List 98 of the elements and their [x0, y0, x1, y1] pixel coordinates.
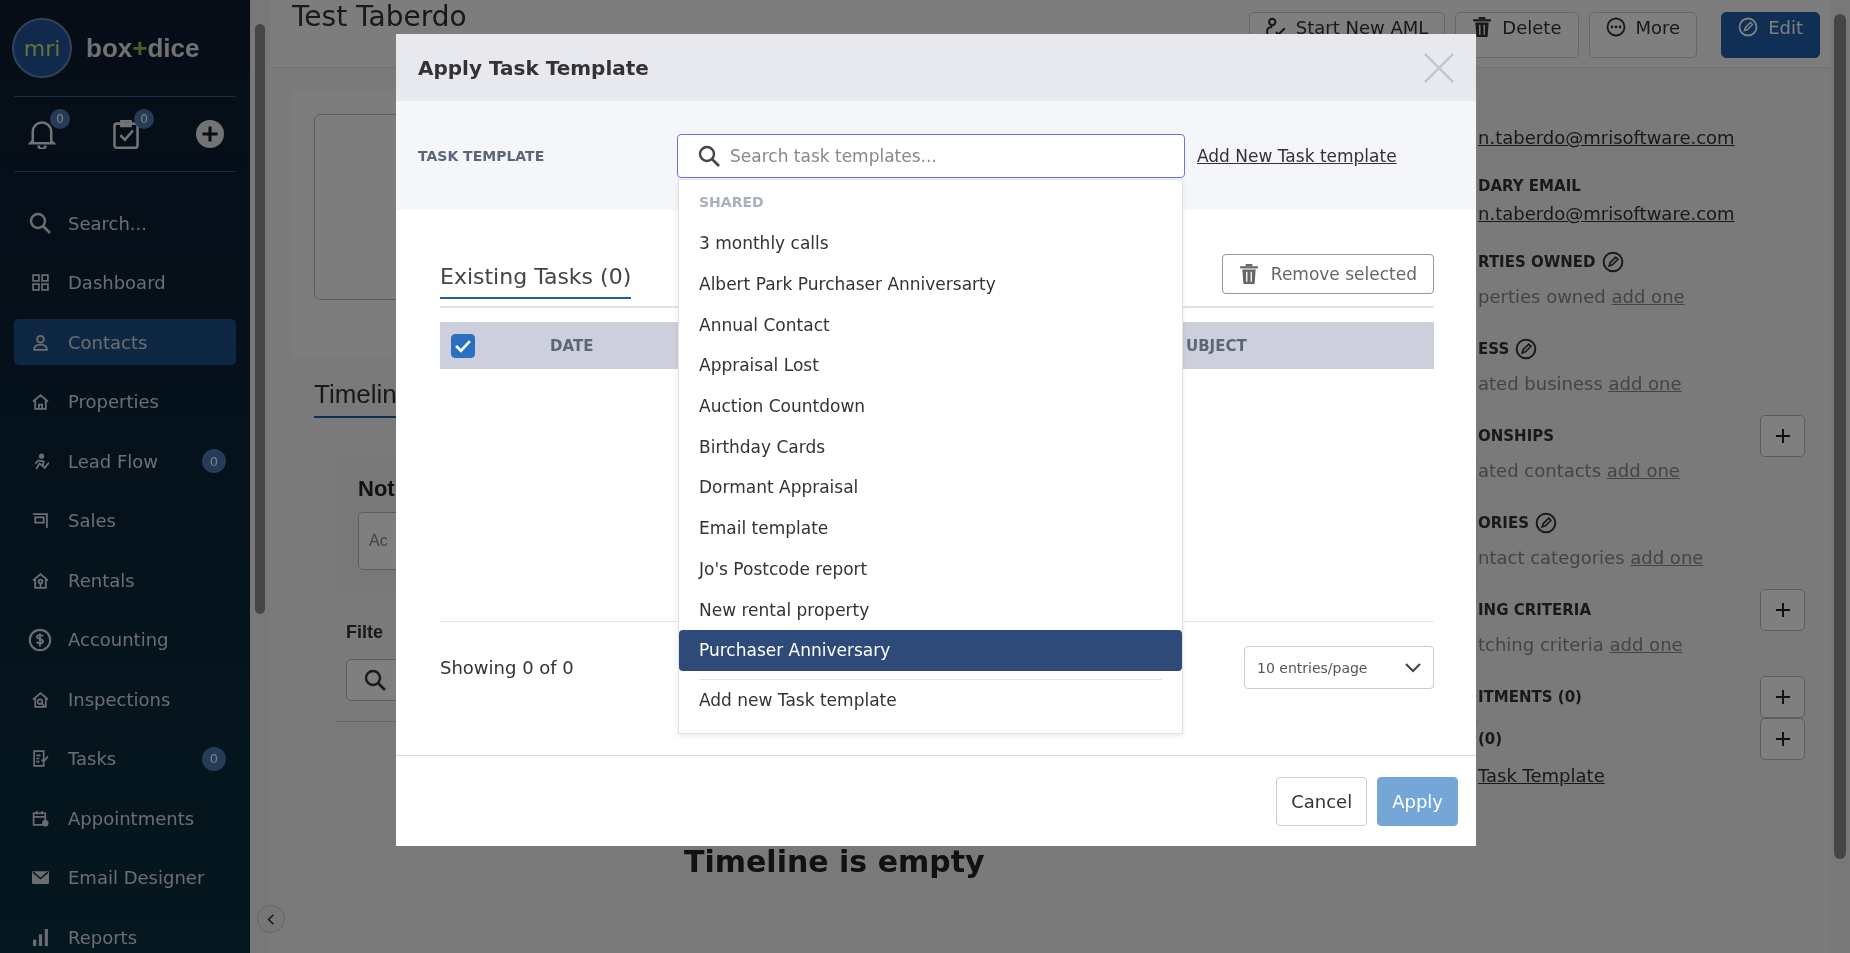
- nav-item[interactable]: Dashboard: [14, 259, 236, 306]
- dialog-button[interactable]: Cancel: [1276, 776, 1368, 826]
- nav-item[interactable]: Tasks 0: [14, 735, 236, 782]
- add-button[interactable]: [1760, 589, 1805, 631]
- house-icon: [31, 393, 49, 410]
- grid-icon: [31, 274, 49, 291]
- add-template-option[interactable]: Add new Task template: [679, 679, 1182, 720]
- section-heading: (0): [1478, 730, 1503, 748]
- trash-icon: [1472, 17, 1493, 37]
- person-check-icon: [1265, 17, 1286, 37]
- bar-chart-icon: [31, 928, 49, 946]
- more-icon: [1605, 17, 1626, 37]
- search-icon: [697, 143, 721, 168]
- section-heading: RTIES OWNED: [1478, 253, 1596, 271]
- existing-tasks-tab[interactable]: Existing Tasks (0): [440, 263, 632, 299]
- edit-icon[interactable]: [1515, 338, 1538, 360]
- dropdown-option[interactable]: Dormant Appraisal: [679, 467, 1182, 508]
- add-template-link[interactable]: Add New Task template: [1197, 145, 1397, 166]
- add-icon[interactable]: [196, 119, 224, 149]
- dropdown-option[interactable]: New rental property: [679, 589, 1182, 630]
- plus-icon: [1774, 602, 1791, 618]
- nav-item[interactable]: Rentals: [14, 557, 236, 603]
- section-heading: DARY EMAIL: [1478, 177, 1581, 195]
- house-search-icon: [31, 690, 49, 708]
- template-link[interactable]: Task Template: [1478, 765, 1805, 786]
- page-size-select[interactable]: 10 entries/page: [1244, 646, 1434, 689]
- edit-icon: [1738, 17, 1759, 37]
- dropdown-option[interactable]: Birthday Cards: [679, 426, 1182, 468]
- filter-label: Filte: [346, 622, 383, 643]
- column-header[interactable]: DATE: [550, 336, 594, 355]
- trash-icon: [1238, 264, 1259, 284]
- select-all-checkbox[interactable]: [451, 333, 475, 358]
- section-heading: ESS: [1478, 340, 1510, 358]
- nav-item[interactable]: Search...: [14, 200, 236, 246]
- page-title: Test Taberdo: [292, 1, 467, 33]
- nav-item[interactable]: Lead Flow 0: [14, 438, 236, 484]
- email-link[interactable]: n.taberdo@mrisoftware.com: [1478, 124, 1805, 152]
- count-badge: 0: [50, 109, 70, 129]
- dialog-button[interactable]: Apply: [1377, 776, 1458, 826]
- remove-selected-button[interactable]: Remove selected: [1221, 254, 1434, 294]
- nav-item[interactable]: Inspections: [14, 676, 236, 722]
- count-badge: 0: [202, 746, 226, 771]
- nav-item[interactable]: Reports: [14, 914, 236, 953]
- section-heading: ITMENTS (0): [1478, 688, 1582, 706]
- checklist-icon: [31, 750, 49, 767]
- nav-item[interactable]: Accounting: [14, 616, 236, 663]
- group-label: SHARED: [698, 192, 765, 212]
- edit-icon[interactable]: [1534, 512, 1557, 534]
- section-heading: ONSHIPS: [1478, 427, 1555, 445]
- entries-summary: Showing 0 of 0: [440, 657, 574, 678]
- action-button[interactable]: Edit: [1721, 12, 1820, 58]
- search-field[interactable]: Search task templates...: [677, 133, 1185, 178]
- nav-item[interactable]: Sales: [14, 497, 236, 544]
- sign-icon: [31, 512, 49, 529]
- dropdown-option[interactable]: Appraisal Lost: [679, 345, 1182, 386]
- section-heading: ING CRITERIA: [1478, 601, 1592, 619]
- add-button[interactable]: [1760, 415, 1805, 457]
- clipboard-check-icon[interactable]: [112, 119, 140, 149]
- action-button[interactable]: More: [1588, 12, 1698, 58]
- add-button[interactable]: [1760, 718, 1805, 760]
- dropdown-option[interactable]: 3 monthly calls: [679, 223, 1182, 264]
- dropdown-option[interactable]: Albert Park Purchaser Anniversarty: [679, 263, 1182, 305]
- count-badge: 0: [134, 109, 154, 129]
- mail-icon: [31, 869, 49, 886]
- nav-item[interactable]: Properties: [14, 378, 236, 425]
- plus-icon: [1774, 428, 1791, 444]
- plus-icon: [1774, 731, 1791, 747]
- edit-icon[interactable]: [1601, 251, 1624, 273]
- column-header[interactable]: UBJECT: [1186, 336, 1247, 355]
- logo: mri: [12, 18, 72, 78]
- dropdown-option[interactable]: Jo's Postcode report: [679, 548, 1182, 590]
- count-badge: 0: [202, 449, 226, 473]
- dialog-title: Apply Task Template: [418, 55, 649, 80]
- bell-icon[interactable]: [28, 119, 56, 149]
- calendar-icon: [31, 809, 49, 827]
- house-icon: [31, 571, 49, 589]
- dropdown-option[interactable]: Purchaser Anniversary: [679, 629, 1182, 671]
- plus-icon: [1774, 689, 1791, 705]
- add-button[interactable]: [1760, 676, 1805, 718]
- nav-item[interactable]: Contacts: [14, 319, 236, 365]
- dollar-icon: [28, 627, 52, 652]
- nav-item[interactable]: Appointments: [14, 795, 236, 841]
- email-link[interactable]: n.taberdo@mrisoftware.com: [1478, 200, 1805, 228]
- dropdown-option[interactable]: Annual Contact: [679, 304, 1182, 346]
- empty-message: Timeline is empty: [684, 844, 985, 879]
- search-icon: [363, 668, 387, 692]
- brand-name: box+dice: [86, 32, 200, 64]
- dropdown-option[interactable]: Auction Countdown: [679, 385, 1182, 427]
- section-heading: ORIES: [1478, 514, 1529, 532]
- field-label: TASK TEMPLATE: [418, 147, 546, 164]
- person-icon: [31, 333, 49, 351]
- chevron-left-icon: [267, 912, 275, 926]
- search-icon: [28, 211, 52, 235]
- action-button[interactable]: Delete: [1455, 12, 1579, 58]
- caret-icon: [1405, 662, 1421, 673]
- nav-item[interactable]: Email Designer: [14, 854, 236, 901]
- notes-title: Not: [358, 476, 395, 502]
- dropdown-option[interactable]: Email template: [679, 507, 1182, 549]
